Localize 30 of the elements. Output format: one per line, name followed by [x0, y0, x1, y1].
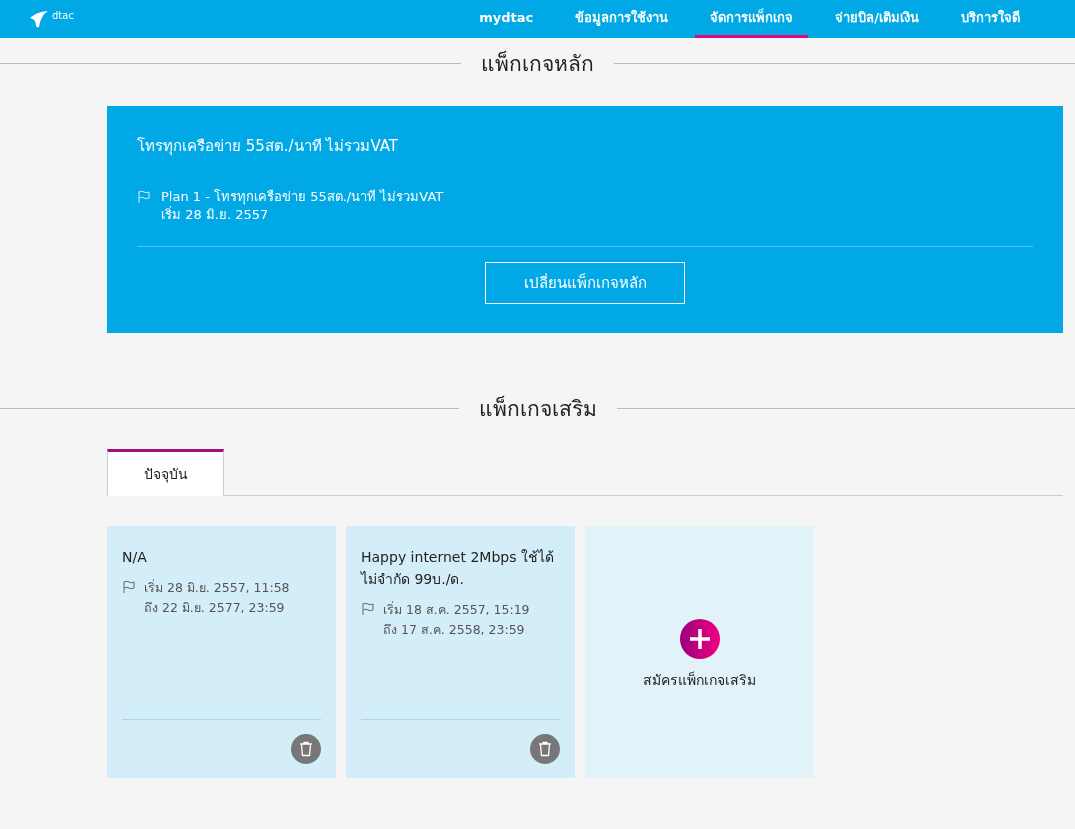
tab[interactable]: ปัจจุบัน [107, 449, 224, 496]
logo-icon [28, 10, 50, 28]
end-date: ถึง 22 มิ.ย. 2577, 23:59 [144, 599, 286, 617]
plan-name: Plan 1 - โทรทุกเครือข่าย 55สต./นาที ไม่รวมVAT [161, 188, 444, 206]
plus-icon [679, 619, 720, 659]
flag-icon [122, 580, 136, 594]
section-heading: แพ็กเกจหลัก [481, 49, 594, 78]
start-date: เริ่ม 18 ส.ค. 2557, 15:19 [383, 600, 530, 619]
addon-title: Happy internet 2Mbps ใช้ได้ไม่จำกัด 99บ./ด. [361, 548, 555, 589]
flag-icon [361, 602, 375, 616]
nav-tab[interactable]: จัดการแพ็กเกจ [695, 0, 809, 38]
add-package-label: สมัครแพ็กเกจเสริม [643, 670, 756, 690]
addon-title: N/A [122, 548, 148, 567]
start-date: เริ่ม 28 มิ.ย. 2557, 11:58 [144, 578, 290, 597]
add-package-card[interactable]: สมัครแพ็กเกจเสริม [585, 526, 814, 778]
nav-tab[interactable]: บริการใจดี [946, 0, 1035, 38]
change-package-button[interactable]: เปลี่ยนแพ็กเกจหลัก [485, 262, 685, 304]
nav-tab[interactable]: mydtac [464, 0, 549, 38]
nav-tab[interactable]: ข้อมูลการใช้งาน [560, 0, 684, 38]
section-heading: แพ็กเกจเสริม [478, 394, 597, 423]
trash-icon [538, 741, 552, 757]
delete-button[interactable] [291, 734, 321, 764]
logo-text: dtac [52, 10, 74, 21]
trash-icon [299, 741, 313, 757]
package-title: โทรทุกเครือข่าย 55สต./นาที ไม่รวมVAT [137, 136, 399, 158]
nav-tab[interactable]: จ่ายบิล/เติมเงิน [820, 0, 934, 38]
delete-button[interactable] [530, 734, 560, 764]
end-date: ถึง 17 ส.ค. 2558, 23:59 [383, 621, 526, 639]
start-date: เริ่ม 28 มิ.ย. 2557 [161, 206, 270, 224]
flag-icon [137, 190, 151, 204]
